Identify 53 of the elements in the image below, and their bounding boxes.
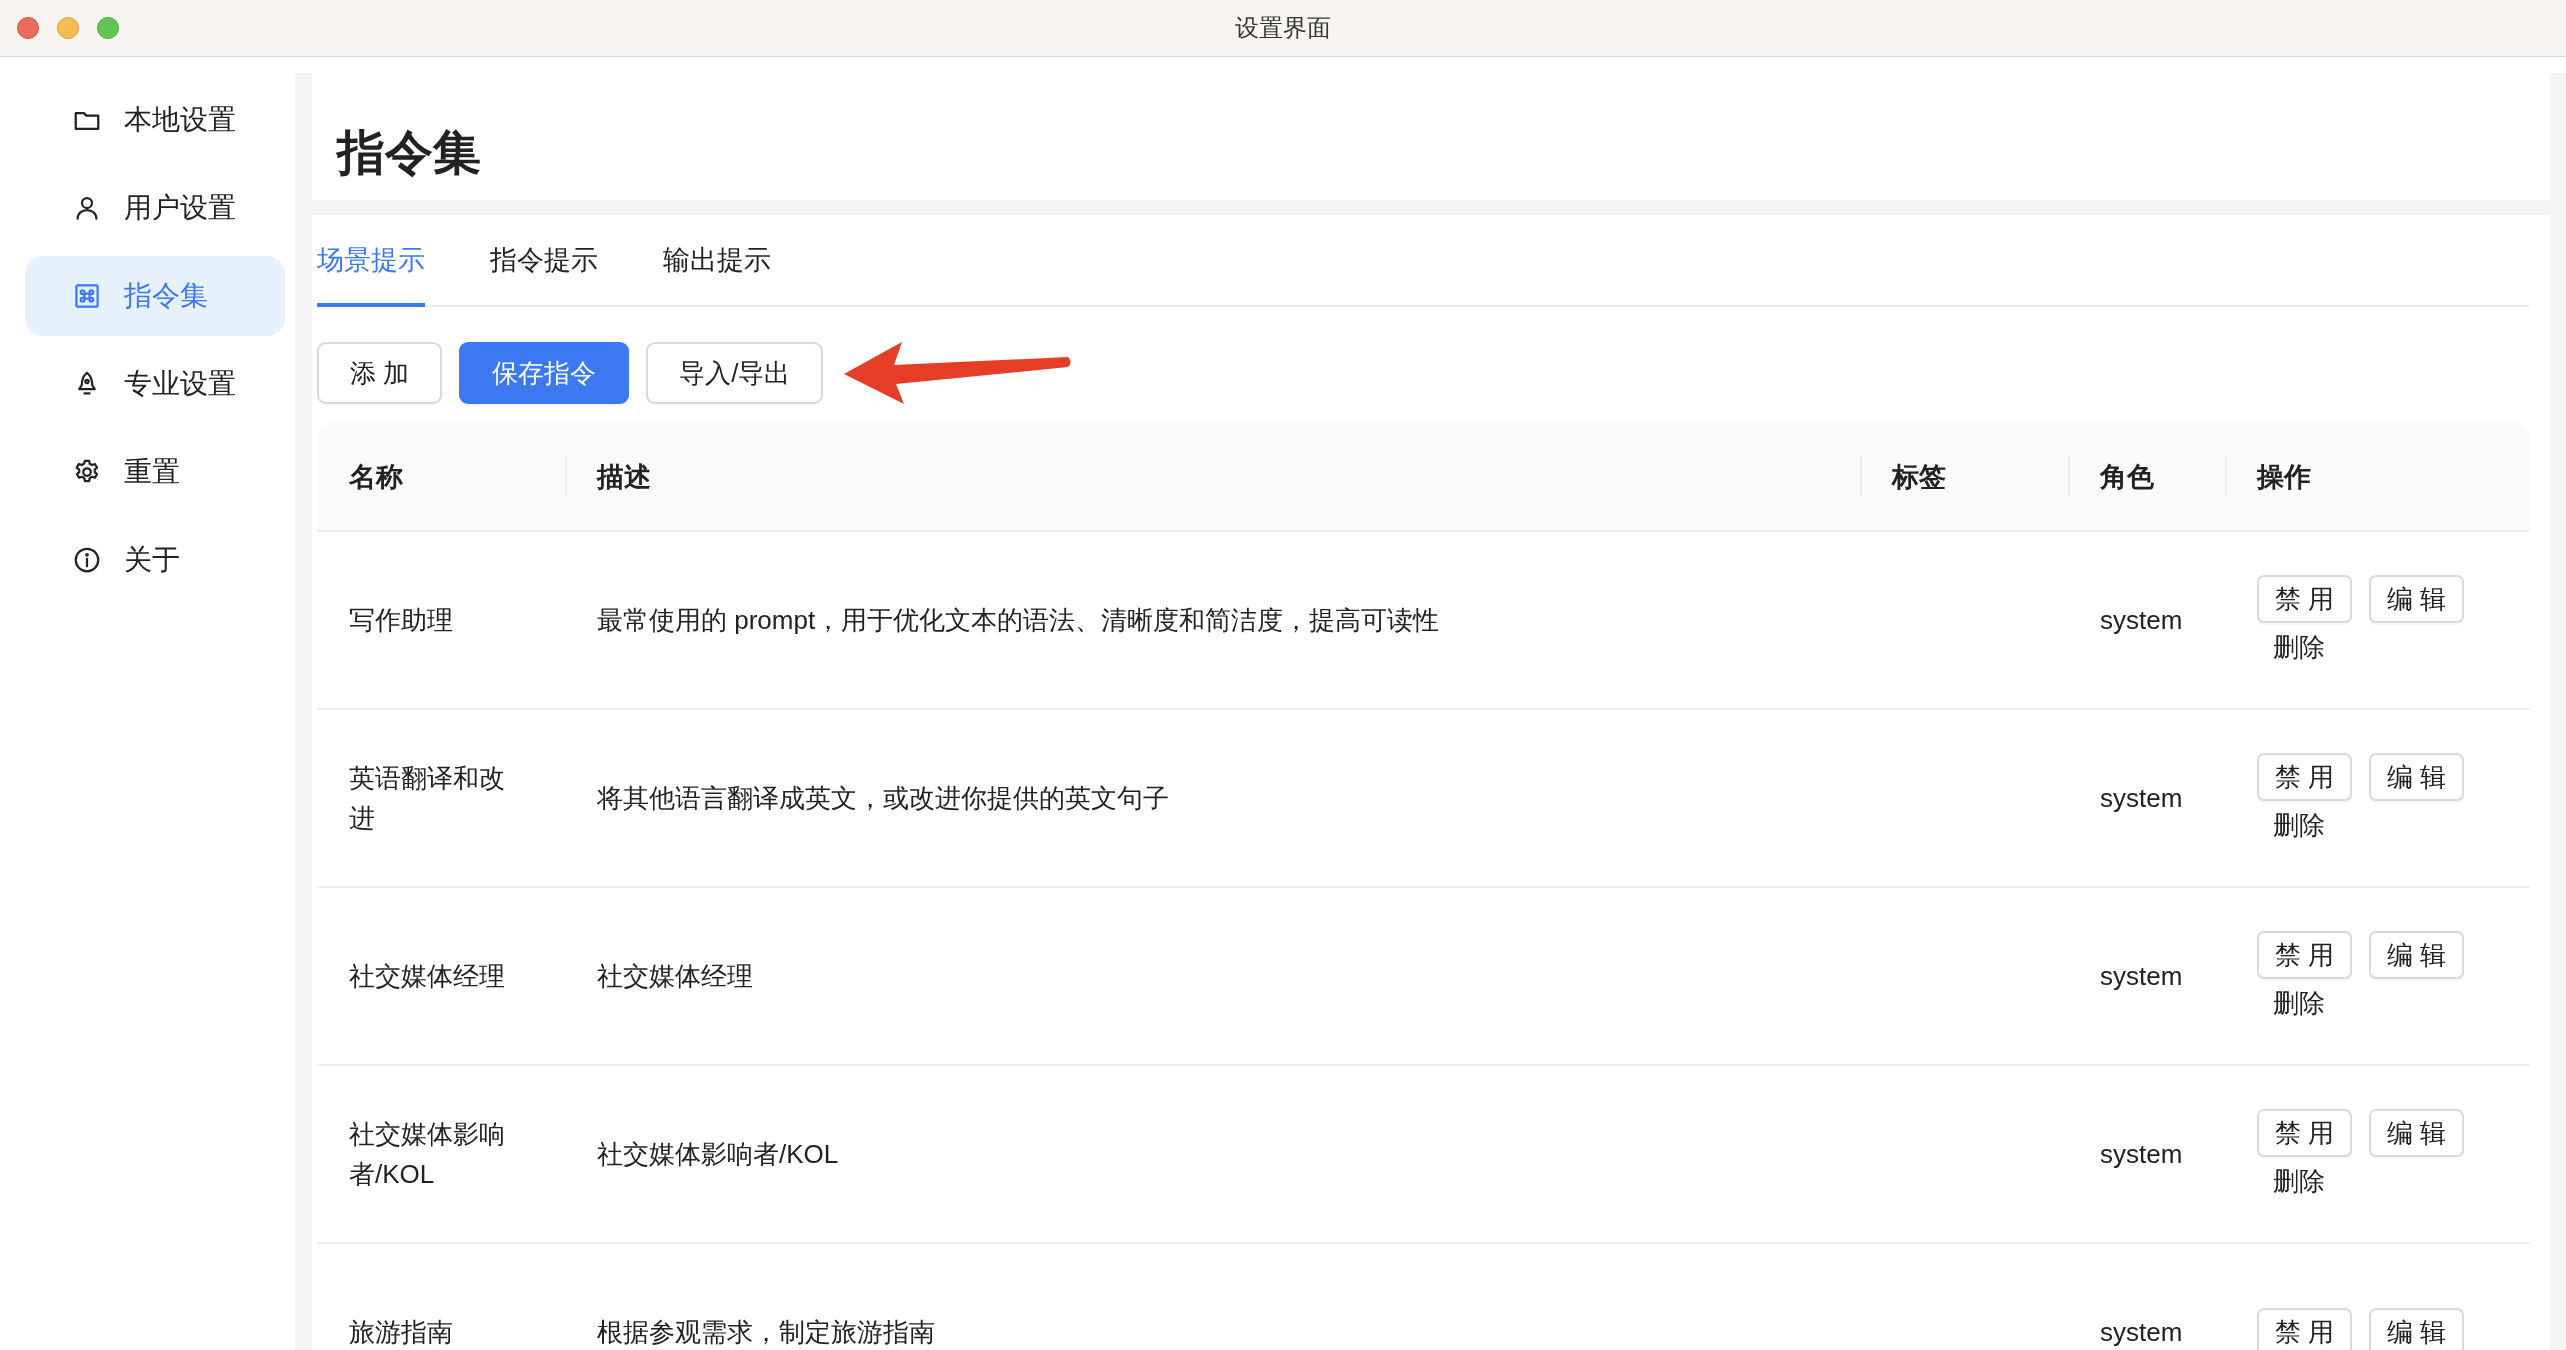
action-button[interactable]: 添 加 [317,342,443,404]
zoom-button[interactable] [97,17,119,39]
tab[interactable]: 输出提示 [663,215,771,307]
command-icon [72,281,102,311]
row-action-button[interactable]: 编 辑 [2369,1109,2464,1157]
table-cell-text: system [2100,1316,2183,1349]
sidebar-item[interactable]: 重置 [25,432,285,512]
row-action-button[interactable]: 编 辑 [2369,931,2464,979]
table-cell-text: 社交媒体影响者/KOL [349,1118,506,1191]
row-action-button[interactable]: 禁 用 [2257,1109,2352,1157]
row-action-button[interactable]: 编 辑 [2369,1308,2464,1350]
delete-link[interactable]: 删除 [2257,985,2341,1021]
sidebar-item[interactable]: 专业设置 [25,344,285,424]
sidebar-item[interactable]: 用户设置 [25,168,285,248]
row-action-button[interactable]: 编 辑 [2369,753,2464,801]
table-cell-text: system [2100,960,2183,993]
table-cell-text: system [2100,604,2183,637]
table-cell-text: 社交媒体经理 [597,960,753,993]
tab[interactable]: 场景提示 [317,215,425,307]
table-cell-text: 根据参观需求，制定旅游指南 [597,1316,935,1349]
column-header: 名称 [349,460,403,494]
table-cell-text: 写作助理 [349,604,453,637]
table-cell-text: system [2100,782,2183,815]
table-cell-text: 旅游指南 [349,1316,453,1349]
row-action-button[interactable]: 禁 用 [2257,753,2352,801]
column-header: 标签 [1892,460,1946,494]
row-action-button[interactable]: 禁 用 [2257,1308,2352,1350]
column-header: 操作 [2257,460,2311,494]
row-action-button[interactable]: 禁 用 [2257,931,2352,979]
column-header: 角色 [2100,460,2154,494]
minimize-button[interactable] [57,17,79,39]
table-cell-text: 社交媒体经理 [349,960,505,993]
save-button[interactable]: 保存指令 [459,342,630,404]
page-title: 指令集 [337,125,481,181]
close-button[interactable] [17,17,39,39]
delete-link[interactable]: 删除 [2257,1163,2341,1199]
table-cell-text: 社交媒体影响者/KOL [597,1138,839,1171]
window-title: 设置界面 [1235,14,1331,41]
info-icon [72,545,102,575]
table-cell-text: 将其他语言翻译成英文，或改进你提供的英文句子 [597,782,1169,815]
column-header: 描述 [597,460,651,494]
tab[interactable]: 指令提示 [490,215,598,307]
delete-link[interactable]: 删除 [2257,807,2341,843]
table-cell-text: 英语翻译和改进 [349,762,506,835]
action-button[interactable]: 导入/导出 [646,342,824,404]
table-cell-text: 最常使用的 prompt，用于优化文本的语法、清晰度和简洁度，提高可读性 [597,604,1440,637]
delete-link[interactable]: 删除 [2257,629,2341,665]
row-action-button[interactable]: 编 辑 [2369,575,2464,623]
sidebar-item[interactable]: 关于 [25,520,285,600]
table-cell-text: system [2100,1138,2183,1171]
row-action-button[interactable]: 禁 用 [2257,575,2352,623]
sidebar-item[interactable]: 本地设置 [25,80,285,160]
sidebar-item[interactable]: 指令集 [25,256,285,336]
